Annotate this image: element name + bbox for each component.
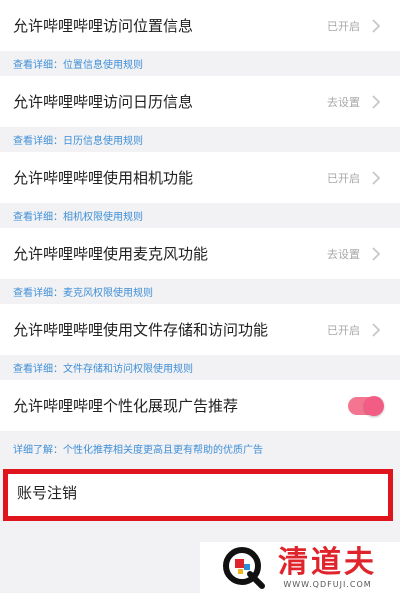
permission-hint: 查看详细： 日历信息使用规则 bbox=[0, 127, 400, 152]
permission-label: 允许哔哩哔哩使用麦克风功能 bbox=[13, 245, 209, 263]
permission-status: 去设置 bbox=[327, 95, 360, 109]
permission-row-calendar[interactable]: 允许哔哩哔哩访问日历信息 去设置 bbox=[0, 76, 400, 127]
permission-row-microphone[interactable]: 允许哔哩哔哩使用麦克风功能 去设置 bbox=[0, 228, 400, 279]
hint-prefix: 查看详细： bbox=[13, 212, 63, 223]
account-deletion-row[interactable]: 账号注销 bbox=[3, 469, 393, 521]
chevron-right-icon bbox=[372, 94, 381, 109]
personalized-ads-hint-text: 详细了解：个性化推荐相关度更高且更有帮助的优质广告 bbox=[13, 444, 263, 456]
personalized-ads-hint[interactable]: 详细了解：个性化推荐相关度更高且更有帮助的优质广告 bbox=[0, 431, 400, 465]
chevron-right-icon bbox=[372, 170, 381, 185]
toggle-knob bbox=[364, 395, 384, 416]
hint-rule-link[interactable]: 位置信息使用规则 bbox=[63, 56, 143, 71]
hint-rule-link[interactable]: 文件存储和访问权限使用规则 bbox=[63, 360, 193, 375]
permission-hint: 查看详细： 文件存储和访问权限使用规则 bbox=[0, 355, 400, 380]
permission-label: 允许哔哩哔哩使用文件存储和访问功能 bbox=[13, 321, 269, 339]
watermark-logo-icon bbox=[223, 546, 265, 589]
permission-status: 已开启 bbox=[327, 19, 360, 33]
chevron-right-icon bbox=[372, 246, 381, 261]
permission-status: 已开启 bbox=[327, 171, 360, 185]
hint-prefix: 查看详细： bbox=[13, 364, 63, 375]
permission-status: 已开启 bbox=[327, 323, 360, 337]
personalized-ads-row: 允许哔哩哔哩个性化展现广告推荐 bbox=[0, 380, 400, 431]
watermark: 清道夫 WWW.QDFUJI.COM bbox=[200, 542, 400, 593]
permission-label: 允许哔哩哔哩使用相机功能 bbox=[13, 169, 194, 187]
hint-rule-link[interactable]: 日历信息使用规则 bbox=[63, 132, 143, 147]
permission-row-location[interactable]: 允许哔哩哔哩访问位置信息 已开启 bbox=[0, 0, 400, 51]
watermark-text: 清道夫 WWW.QDFUJI.COM bbox=[278, 545, 377, 590]
permission-hint: 查看详细： 位置信息使用规则 bbox=[0, 51, 400, 76]
permission-row-storage[interactable]: 允许哔哩哔哩使用文件存储和访问功能 已开启 bbox=[0, 304, 400, 355]
personalized-ads-toggle[interactable] bbox=[348, 395, 384, 416]
permission-label: 允许哔哩哔哩访问位置信息 bbox=[13, 17, 194, 35]
permission-row-camera[interactable]: 允许哔哩哔哩使用相机功能 已开启 bbox=[0, 152, 400, 203]
hint-rule-link[interactable]: 相机权限使用规则 bbox=[63, 208, 143, 223]
permission-status: 去设置 bbox=[327, 247, 360, 261]
hint-prefix: 查看详细： bbox=[13, 60, 63, 71]
personalized-ads-label: 允许哔哩哔哩个性化展现广告推荐 bbox=[13, 397, 239, 415]
hint-rule-link[interactable]: 麦克风权限使用规则 bbox=[63, 284, 153, 299]
hint-prefix: 查看详细： bbox=[13, 288, 63, 299]
permission-hint: 查看详细： 麦克风权限使用规则 bbox=[0, 279, 400, 304]
permission-label: 允许哔哩哔哩访问日历信息 bbox=[13, 93, 194, 111]
watermark-url: WWW.QDFUJI.COM bbox=[283, 580, 372, 589]
account-deletion-label: 账号注销 bbox=[17, 484, 78, 502]
hint-prefix: 查看详细： bbox=[13, 136, 63, 147]
permission-hint: 查看详细： 相机权限使用规则 bbox=[0, 203, 400, 228]
chevron-right-icon bbox=[372, 18, 381, 33]
permission-list: 允许哔哩哔哩访问位置信息 已开启 查看详细： 位置信息使用规则 允许哔哩哔哩访问… bbox=[0, 0, 400, 465]
chevron-right-icon bbox=[372, 322, 381, 337]
watermark-title: 清道夫 bbox=[278, 545, 377, 580]
